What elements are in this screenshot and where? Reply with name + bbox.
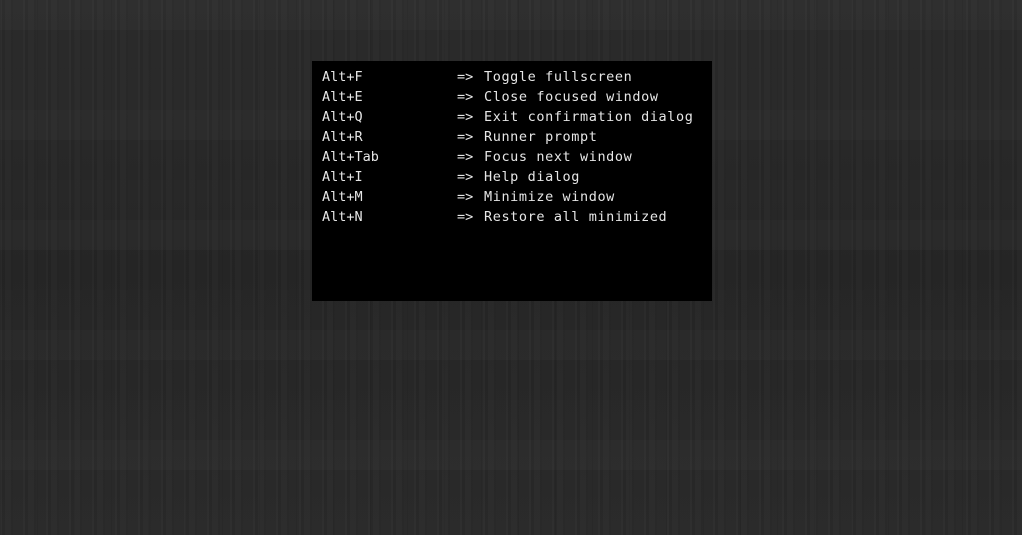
shortcut-arrow: =>	[457, 169, 474, 185]
shortcut-action: Minimize window	[484, 189, 615, 205]
shortcut-row-restore: Alt+N => Restore all minimized	[322, 207, 712, 227]
shortcut-row-fullscreen: Alt+F => Toggle fullscreen	[322, 67, 712, 87]
shortcut-row-help-dialog: Alt+I => Help dialog	[322, 167, 712, 187]
shortcut-keys: Alt+M	[322, 189, 363, 205]
shortcut-keys: Alt+E	[322, 89, 363, 105]
shortcut-row-exit-dialog: Alt+Q => Exit confirmation dialog	[322, 107, 712, 127]
shortcut-action: Runner prompt	[484, 129, 598, 145]
shortcut-arrow: =>	[457, 189, 474, 205]
shortcut-arrow: =>	[457, 109, 474, 125]
shortcut-action: Exit confirmation dialog	[484, 109, 694, 125]
shortcut-keys: Alt+F	[322, 69, 363, 85]
shortcut-action: Focus next window	[484, 149, 633, 165]
desktop-background: { "help_dialog": { "arrow": "=>", "short…	[0, 0, 1022, 535]
shortcut-action: Help dialog	[484, 169, 581, 185]
shortcut-action: Restore all minimized	[484, 209, 668, 225]
shortcut-row-close-window: Alt+E => Close focused window	[322, 87, 712, 107]
shortcut-keys: Alt+Tab	[322, 149, 379, 165]
shortcut-arrow: =>	[457, 129, 474, 145]
shortcut-row-runner-prompt: Alt+R => Runner prompt	[322, 127, 712, 147]
shortcut-arrow: =>	[457, 209, 474, 225]
shortcut-action: Close focused window	[484, 89, 659, 105]
shortcut-row-focus-next: Alt+Tab => Focus next window	[322, 147, 712, 167]
shortcut-keys: Alt+R	[322, 129, 363, 145]
help-dialog: Alt+F => Toggle fullscreen Alt+E => Clos…	[312, 61, 712, 301]
shortcut-arrow: =>	[457, 149, 474, 165]
shortcut-keys: Alt+Q	[322, 109, 363, 125]
shortcut-arrow: =>	[457, 89, 474, 105]
shortcut-action: Toggle fullscreen	[484, 69, 633, 85]
shortcut-keys: Alt+I	[322, 169, 363, 185]
shortcut-keys: Alt+N	[322, 209, 363, 225]
shortcut-arrow: =>	[457, 69, 474, 85]
shortcut-row-minimize: Alt+M => Minimize window	[322, 187, 712, 207]
